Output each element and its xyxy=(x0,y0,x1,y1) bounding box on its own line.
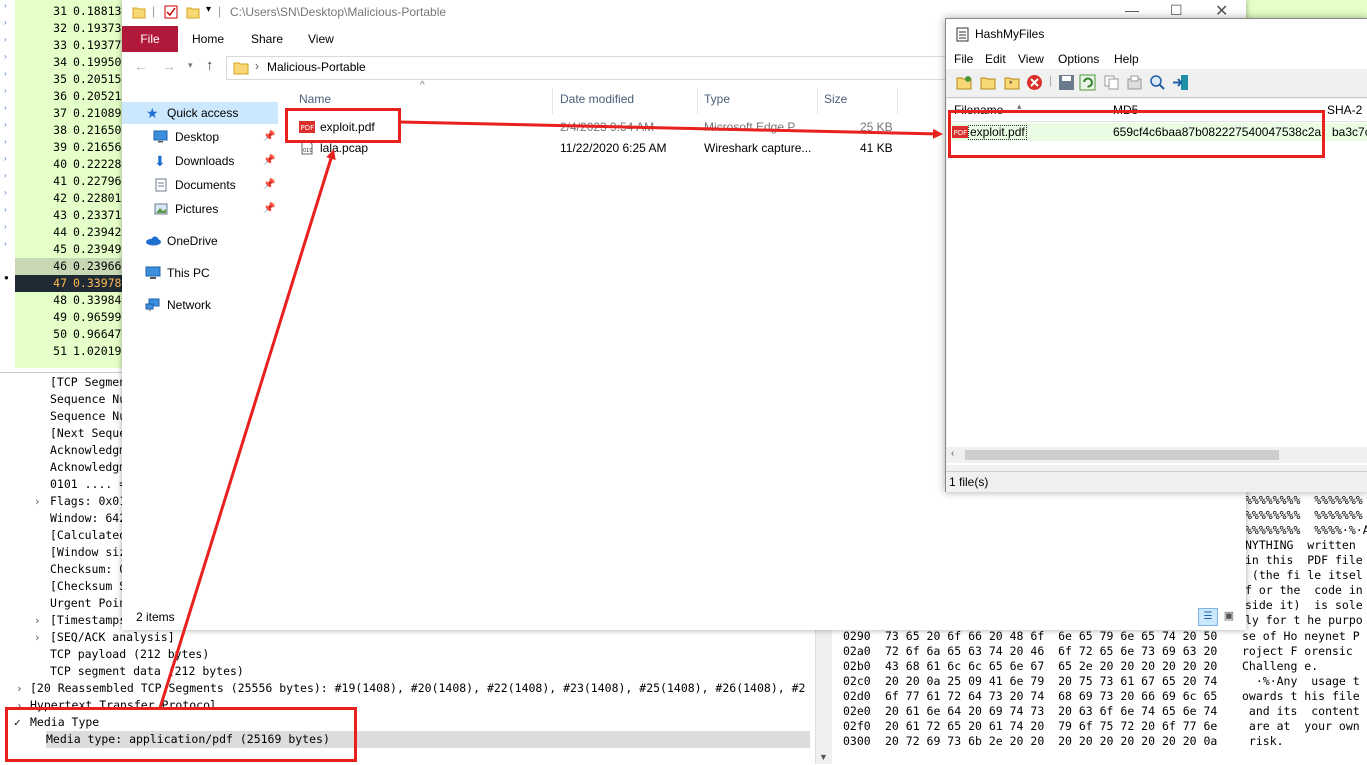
arrow-media-type-to-file xyxy=(158,149,336,709)
annotation-arrows xyxy=(158,120,943,709)
arrow-explorer-to-hashmyfiles xyxy=(399,120,943,139)
